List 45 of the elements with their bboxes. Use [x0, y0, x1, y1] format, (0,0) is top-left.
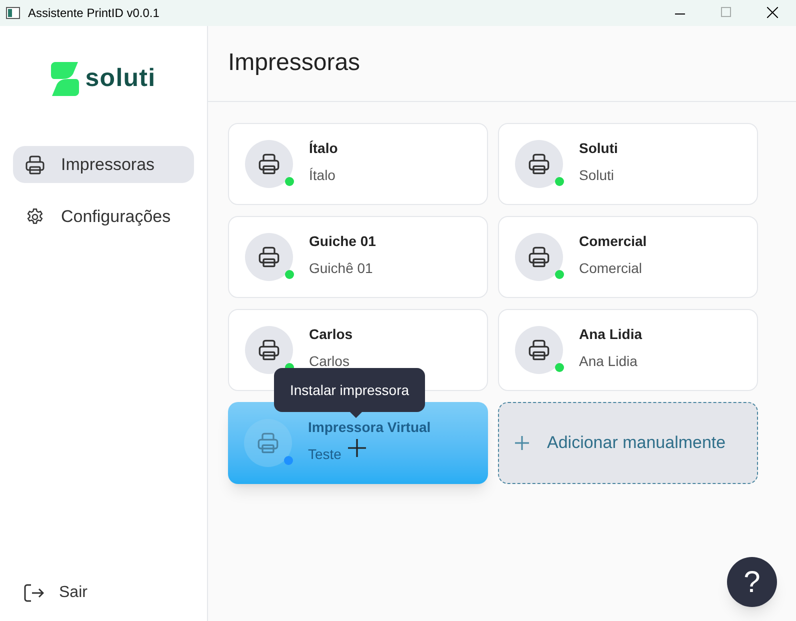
printer-card[interactable]: Comercial Comercial [498, 216, 758, 298]
printer-icon [258, 246, 280, 268]
printer-name: Guiche 01 [309, 232, 376, 251]
printer-icon [258, 339, 280, 361]
printer-card[interactable]: Soluti Soluti [498, 123, 758, 205]
app-icon [6, 7, 20, 19]
printer-description: Carlos [309, 352, 350, 371]
logo-mark-icon [51, 62, 80, 96]
logout-icon[interactable] [24, 584, 44, 602]
tooltip-pointer [350, 412, 362, 418]
printer-description: Ítalo [309, 166, 336, 185]
plus-icon [515, 436, 529, 450]
printer-description: Teste [308, 445, 342, 464]
printer-card[interactable]: Ana Lidia Ana Lidia [498, 309, 758, 391]
printer-icon [25, 154, 45, 174]
printer-name: Ítalo [309, 139, 338, 158]
printer-card[interactable]: Guiche 01 Guichê 01 [228, 216, 488, 298]
window-title: Assistente PrintID v0.0.1 [28, 5, 160, 22]
printer-description: Guichê 01 [309, 259, 373, 278]
printer-description: Comercial [579, 259, 642, 278]
printer-name: Comercial [579, 232, 647, 251]
printer-icon [258, 153, 280, 175]
plus-icon [348, 439, 366, 457]
printer-card[interactable]: Ítalo Ítalo [228, 123, 488, 205]
printer-name: Ana Lidia [579, 325, 642, 344]
settings-icon [25, 206, 45, 226]
printer-description: Ana Lidia [579, 352, 638, 371]
add-manually-label: Adicionar manualmente [547, 432, 726, 454]
printer-name: Soluti [579, 139, 618, 158]
logo-text: soluti [85, 63, 156, 94]
add-manually-button[interactable]: Adicionar manualmente [498, 402, 758, 484]
printer-icon [528, 246, 550, 268]
logout-link[interactable]: Sair [59, 581, 88, 605]
printer-description: Soluti [579, 166, 614, 185]
printer-name: Carlos [309, 325, 353, 344]
printer-name: Impressora Virtual [308, 418, 431, 437]
sidebar-item[interactable]: Impressoras [13, 146, 194, 183]
printer-icon [257, 432, 279, 454]
sidebar-item[interactable]: Configurações [13, 198, 194, 235]
close-icon[interactable] [767, 7, 778, 18]
tooltip: Instalar impressora [274, 368, 426, 412]
page-title: Impressoras [228, 48, 360, 78]
printer-icon [528, 153, 550, 175]
help-button[interactable]: ? [727, 557, 777, 607]
printer-icon [528, 339, 550, 361]
